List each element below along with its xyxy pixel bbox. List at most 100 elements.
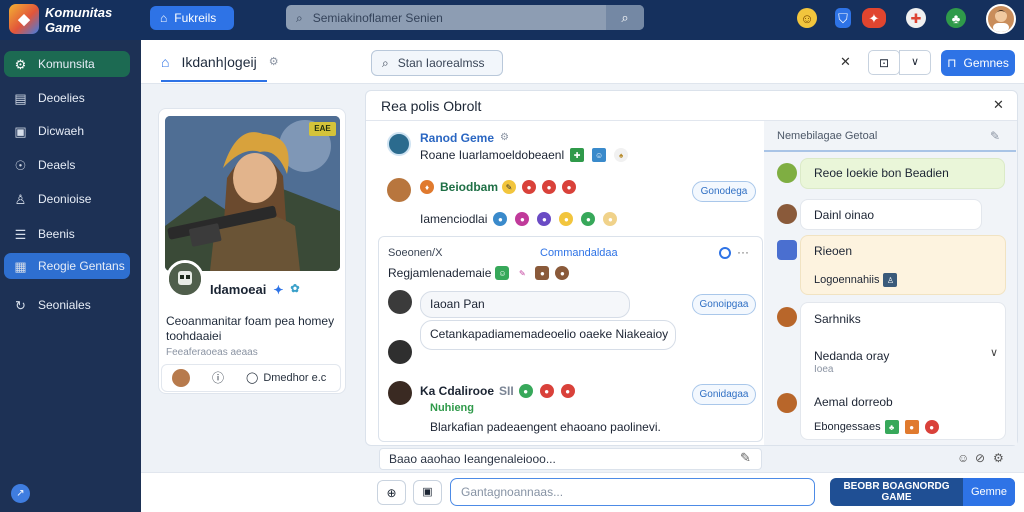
reaction-icon[interactable]: ● [542,180,557,194]
send-button[interactable]: BEOBR BOAGNORDG GAME Gemne [830,478,1015,506]
chat-title: Rea polis Obrolt [381,98,482,114]
reaction-icon[interactable]: ☺ [495,266,510,280]
shield-icon[interactable]: ⛉ [835,8,851,28]
sidebar-item-reogie-gentans[interactable]: ▦ Reogie Gentans [4,253,130,279]
reply-button[interactable]: Gonidagaa [692,384,756,405]
thread-link[interactable]: Commandaldaa [540,247,618,259]
hero-image [165,116,340,271]
reaction-icon[interactable]: ● [581,212,596,226]
message-author[interactable]: Ka Cdalirooe [420,384,494,398]
sidebar-item-deaels[interactable]: ☉ Deaels [4,152,130,178]
settings-icon[interactable]: ⚙ [269,56,279,68]
link-icon[interactable]: ✿ [290,284,299,295]
help-icon[interactable]: ↗ [11,484,30,503]
card-avatar[interactable] [777,393,797,413]
mini-avatar[interactable] [172,369,190,387]
reaction-icon[interactable]: ● [493,212,508,226]
message-author[interactable]: Ranod Geme [420,131,494,145]
emoji-icon[interactable]: ☺ [797,8,817,28]
pin-icon[interactable]: ✎ [990,130,1000,142]
clock-icon: ◯ [246,371,259,384]
card-avatar[interactable] [777,204,797,224]
reaction-icon[interactable]: ● [518,384,533,398]
reaction-icon[interactable]: ● [522,180,537,194]
message-avatar[interactable] [388,381,412,405]
logo-text: Komunitas [45,5,113,20]
message-header: Ka Cdalirooe SII ● ● ● [420,384,577,398]
reply-button[interactable]: Gonodega [692,181,756,202]
reaction-icon[interactable]: ● [560,384,575,398]
message-avatar[interactable] [388,340,412,364]
message-score: SII [499,384,514,398]
profile-action-button[interactable]: ◯ Dmedhor e.c [246,372,326,384]
reply-preview-text: Baao aaohao Ieangenaleiooo... [389,452,556,466]
reply-button[interactable]: Gonoipgaa [692,294,756,315]
message-avatar[interactable] [387,178,411,202]
app-logo-icon[interactable]: ◆ [9,4,39,34]
card-sub-row: Logoennahiis ♙ [814,273,899,287]
card-row-text: Aemal dorreob [814,395,893,409]
home-button[interactable]: ⌂ Fukreils [150,6,234,30]
bell-icon[interactable]: ✚ [906,8,926,28]
chevron-down-icon[interactable]: ∨ [990,348,998,359]
send-alt-button[interactable]: Gemne [963,478,1015,506]
card-avatar[interactable] [777,307,797,327]
reaction-icon[interactable]: ● [535,266,550,280]
reaction-icon[interactable]: ☺ [592,148,607,162]
more-icon[interactable]: ··· [737,245,749,259]
reaction-icon[interactable]: ● [555,266,570,280]
profile-avatar[interactable] [166,260,204,298]
reaction-icon[interactable]: ● [537,212,552,226]
share-button[interactable]: ⊓ Gemnes [941,50,1015,76]
home-icon: ⌂ [160,11,168,25]
info-icon[interactable]: ⓘ [212,372,224,384]
message-input[interactable]: Gantagnoannaas... [450,478,815,506]
reaction-icon[interactable]: ● [559,212,574,226]
reaction-icon[interactable]: ● [562,180,577,194]
reaction-icon[interactable]: ● [904,420,919,434]
sidebar-item-beenis[interactable]: ☰ Beenis [4,221,130,247]
reaction-icon[interactable]: ♠ [614,148,629,162]
add-icon[interactable]: ⊕ [377,480,406,505]
settings-icon[interactable]: ⚙ [500,133,509,143]
emoji-icon[interactable]: ☺ [957,452,969,464]
reaction-icon[interactable]: ● [539,384,554,398]
message-avatar[interactable] [388,290,412,314]
profile-action-label: Dmedhor e.c [263,372,327,384]
reaction-icon[interactable]: ✎ [502,180,517,194]
reaction-icon[interactable]: ● [515,212,530,226]
attach-icon[interactable]: ⊘ [975,452,985,464]
message-author[interactable]: Beiodbam [440,180,498,194]
reaction-icon[interactable]: ● [603,212,618,226]
reaction-icon[interactable]: ♣ [884,420,899,434]
reaction-icon[interactable]: ● [924,420,939,434]
chevron-down-icon[interactable]: ∨ [899,50,931,75]
sidebar-item-dicwaeh[interactable]: ▣ Dicwaeh [4,118,130,144]
reaction-icon[interactable]: ✎ [515,266,530,280]
reply-preview[interactable]: Baao aaohao Ieangenaleiooo... [379,448,762,470]
close-icon[interactable]: ✕ [993,98,1004,111]
edit-icon[interactable]: ✎ [740,451,751,464]
sidebar-item-deonioise[interactable]: ♙ Deonioise [4,186,130,212]
card-row-subtext: Ebongessaes [814,421,881,433]
reaction-icon[interactable]: ✚ [570,148,585,162]
message-avatar[interactable] [387,132,411,156]
global-search-input[interactable]: ⌕ Semiakinoflamer Senien [286,5,644,30]
search-submit-button[interactable]: ⌕ [606,5,644,30]
close-icon[interactable]: ✕ [840,55,851,68]
card-avatar[interactable] [777,163,797,183]
card-text: Reoe Ioekie bon Beadien [814,166,949,180]
sidebar-item-deoelies[interactable]: ▤ Deoelies [4,85,130,111]
image-icon[interactable]: ▣ [413,480,442,505]
user-avatar[interactable] [986,4,1016,34]
user-plus-icon[interactable]: ♣ [946,8,966,28]
sidebar-item-seoniales[interactable]: ↻ Seoniales [4,292,130,318]
tab-page[interactable]: ⌂ Ikdanh|ogeij ⚙ [161,54,279,70]
controller-icon[interactable]: ✦ [862,8,886,28]
header-search-input[interactable]: ⌕ Stan Iaorealmss [371,50,503,76]
expand-button[interactable]: ⊡ [868,50,900,75]
card-avatar[interactable] [777,240,797,260]
card-text: Sarhniks [814,312,861,326]
sidebar-item-komunsita[interactable]: ⚙ Komunsita [4,51,130,77]
settings-icon[interactable]: ⚙ [993,452,1004,464]
